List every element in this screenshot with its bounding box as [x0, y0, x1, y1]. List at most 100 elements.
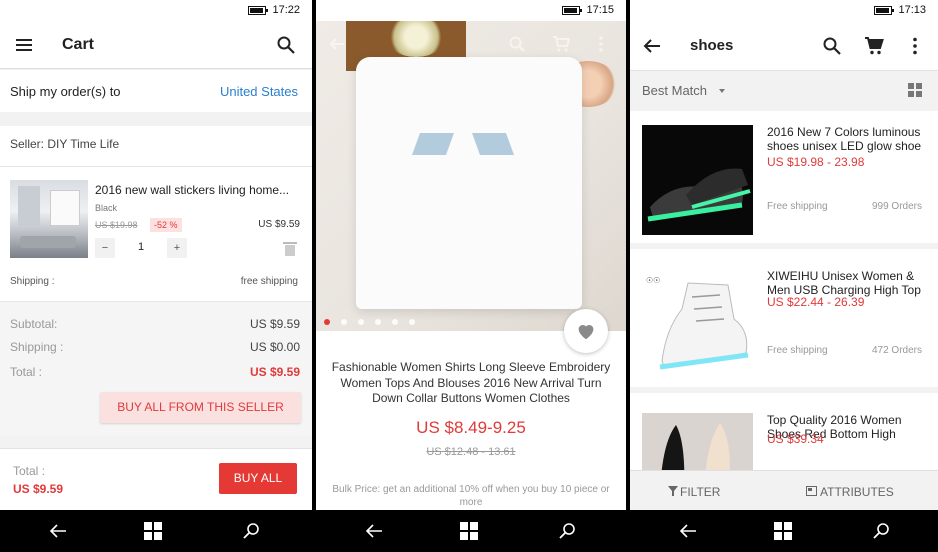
subtotal-value: US $9.59: [249, 317, 300, 331]
cart-icon[interactable]: [864, 36, 884, 56]
result-shipping: Free shipping: [767, 201, 828, 212]
cart-item-price: US $9.59: [258, 219, 300, 230]
battery-icon: [562, 6, 582, 15]
shipping-label: Shipping :: [10, 276, 55, 287]
windows-icon[interactable]: [460, 522, 480, 540]
filter-icon[interactable]: [668, 486, 678, 496]
result-orders: 999 Orders: [871, 201, 922, 212]
battery-icon: [874, 6, 894, 15]
search-icon[interactable]: [242, 522, 262, 540]
result-title: 2016 New 7 Colors luminous shoes unisex …: [767, 125, 922, 153]
grid-view-icon[interactable]: [908, 83, 922, 97]
divider: [0, 166, 312, 167]
image-pager-dots[interactable]: [324, 312, 426, 325]
discount-badge: -52 %: [150, 218, 182, 232]
shipping-value: free shipping: [240, 276, 298, 287]
increase-quantity-button[interactable]: +: [167, 238, 187, 258]
shipping-cost-row: Shipping : US $0.00: [10, 340, 300, 354]
bulk-price-note: Bulk Price: get an additional 10% off wh…: [332, 484, 610, 508]
heart-icon: [578, 325, 594, 340]
result-price: US $19.98 - 23.98: [767, 155, 865, 169]
ship-to-row[interactable]: Ship my order(s) to United States: [0, 70, 312, 112]
filter-button[interactable]: FILTER: [680, 485, 720, 499]
footer-total-label: Total :: [13, 464, 46, 478]
favorite-button[interactable]: [564, 309, 608, 353]
ship-to-label: Ship my order(s) to: [10, 84, 121, 99]
back-arrow-icon[interactable]: [642, 36, 662, 56]
footer-total-value: US $9.59: [13, 482, 64, 496]
search-query[interactable]: shoes: [690, 37, 733, 54]
buy-all-from-seller-button[interactable]: BUY ALL FROM THIS SELLER: [100, 392, 301, 423]
product-original-price: US $12.48 - 13.61: [426, 446, 516, 458]
status-time: 17:22: [272, 4, 300, 16]
seller-group: Seller: DIY Time Life 2016 new wall stic…: [0, 126, 312, 436]
cart-item-title[interactable]: 2016 new wall stickers living home...: [95, 183, 300, 197]
total-row: Total : US $9.59: [10, 365, 300, 379]
search-icon[interactable]: [558, 522, 578, 540]
back-arrow-icon[interactable]: [678, 522, 698, 540]
more-options-icon[interactable]: [592, 35, 610, 53]
product-price: US $8.49-9.25: [416, 418, 526, 437]
result-orders: 472 Orders: [871, 345, 922, 356]
app-bar: shoes: [630, 21, 938, 71]
product-screen: 17:15 Fashionable Women Shirts Long Slee…: [316, 0, 626, 552]
cart-item-old-price: US $19.98: [95, 220, 138, 230]
checkout-bar: Total : US $9.59 BUY ALL: [0, 448, 312, 510]
page-title: Cart: [62, 36, 95, 53]
app-bar: Cart: [0, 21, 312, 69]
system-nav-bar: [630, 510, 938, 552]
subtotal-label: Subtotal:: [10, 317, 58, 331]
seller-name: Seller: DIY Time Life: [10, 137, 120, 151]
status-bar: 17:15: [316, 0, 626, 21]
sort-bar: Best Match: [630, 71, 938, 111]
shipping-cost-value: US $0.00: [249, 340, 300, 354]
attributes-icon[interactable]: [806, 486, 817, 496]
result-shipping: Free shipping: [767, 345, 828, 356]
order-summary: Subtotal: US $9.59 Shipping : US $0.00 T…: [0, 301, 312, 436]
product-image[interactable]: [316, 21, 626, 331]
system-nav-bar: [0, 510, 312, 552]
status-bar: 17:13: [630, 0, 938, 21]
buy-all-button[interactable]: BUY ALL: [219, 463, 297, 494]
back-arrow-icon[interactable]: [328, 35, 346, 53]
result-item[interactable]: 2016 New 7 Colors luminous shoes unisex …: [630, 111, 938, 249]
search-icon[interactable]: [872, 522, 892, 540]
decrease-quantity-button[interactable]: −: [95, 238, 115, 258]
quantity-stepper: − 1 +: [95, 238, 187, 258]
result-price: US $22.44 - 26.39: [767, 295, 865, 309]
product-image[interactable]: [642, 125, 753, 235]
status-time: 17:15: [586, 4, 614, 16]
more-options-icon[interactable]: [905, 36, 925, 56]
svg-text:☉☉: ☉☉: [646, 276, 660, 285]
sort-dropdown[interactable]: Best Match: [642, 83, 707, 98]
shipping-cost-label: Shipping :: [10, 340, 64, 354]
quantity-value[interactable]: 1: [131, 241, 151, 253]
total-label: Total :: [10, 365, 43, 379]
result-title: XIWEIHU Unisex Women & Men USB Charging …: [767, 269, 921, 297]
windows-icon[interactable]: [774, 522, 794, 540]
cart-icon[interactable]: [552, 35, 570, 53]
battery-icon: [248, 6, 268, 15]
windows-icon[interactable]: [144, 522, 164, 540]
status-time: 17:13: [898, 4, 926, 16]
attributes-button[interactable]: ATTRIBUTES: [820, 485, 894, 499]
total-value: US $9.59: [249, 365, 300, 379]
product-image[interactable]: ☉☉: [642, 269, 753, 379]
back-arrow-icon[interactable]: [364, 522, 384, 540]
search-icon[interactable]: [276, 35, 296, 55]
menu-icon[interactable]: [16, 39, 32, 51]
search-icon[interactable]: [508, 35, 526, 53]
trash-icon[interactable]: [283, 242, 297, 256]
search-icon[interactable]: [822, 36, 842, 56]
subtotal-row: Subtotal: US $9.59: [10, 317, 300, 331]
search-results-screen: 17:13 shoes Best Match 2016 New 7 Colors…: [630, 0, 938, 552]
product-thumbnail[interactable]: [10, 180, 88, 258]
cart-item-variant: Black: [95, 203, 118, 213]
result-item[interactable]: ☉☉ XIWEIHU Unisex Women & Men USB Chargi…: [630, 255, 938, 393]
back-arrow-icon[interactable]: [48, 522, 68, 540]
system-nav-bar: [316, 510, 626, 552]
ship-to-country[interactable]: United States: [220, 84, 298, 99]
cart-screen: 17:22 Cart Ship my order(s) to United St…: [0, 0, 312, 552]
chevron-down-icon[interactable]: [719, 89, 725, 93]
filter-bar: FILTER ATTRIBUTES: [630, 470, 938, 510]
